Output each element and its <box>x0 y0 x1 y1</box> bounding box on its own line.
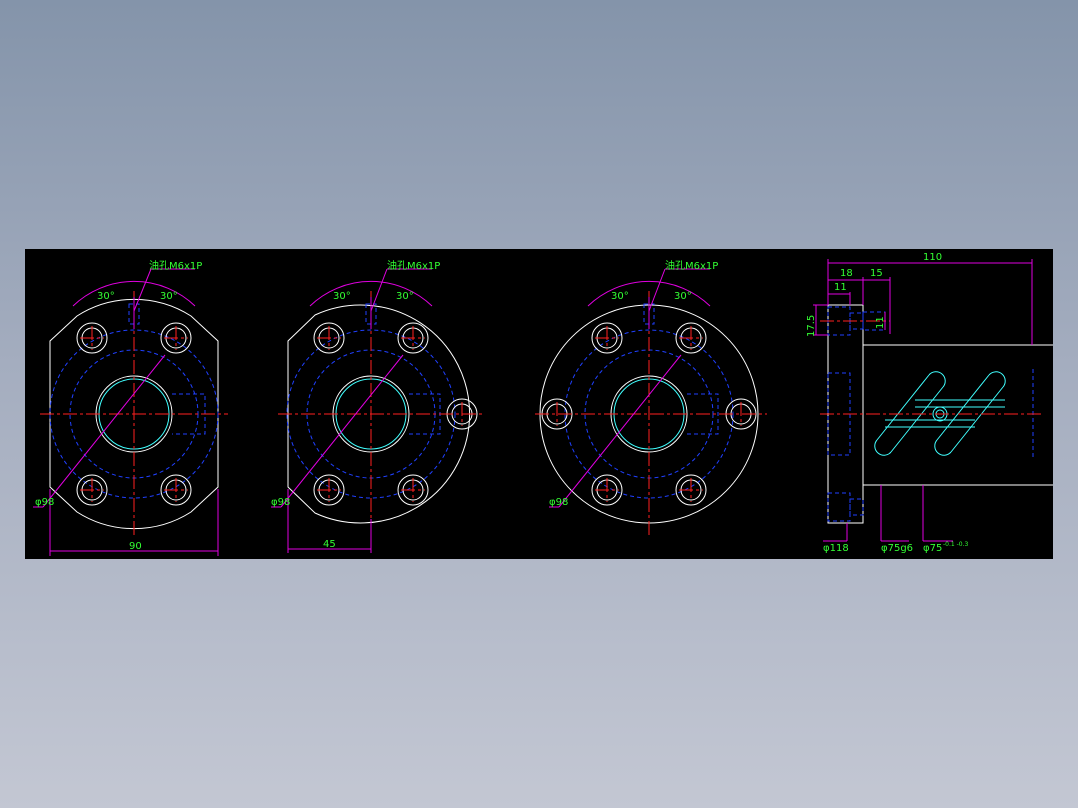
view2-center-lines <box>278 291 485 537</box>
view3-oil-hole-label: 油孔M6x1P <box>665 259 718 272</box>
view2-oil-hole-label: 油孔M6x1P <box>387 259 440 272</box>
cad-drawing: 油孔M6x1P 30° 30° φ98 90 油孔M6x1P 30° 30° φ… <box>33 252 1062 556</box>
side-hole-depth: 11 <box>834 282 847 293</box>
view3-dimensions <box>549 268 711 508</box>
view3-pcd-label: φ98 <box>549 497 568 508</box>
side-hole-height: 17.5 <box>806 315 817 337</box>
side-body-dia: φ75 <box>923 543 942 554</box>
view1-angle-right: 30° <box>160 291 178 302</box>
side-flange-thickness: 18 <box>840 268 853 279</box>
view3-angle-left: 30° <box>611 291 629 302</box>
flange-view-2: 油孔M6x1P 30° 30° φ98 45 <box>271 259 485 553</box>
side-body <box>862 344 1062 486</box>
view1-width-label: 90 <box>129 541 142 552</box>
view1-angle-left: 30° <box>97 291 115 302</box>
view3-angle-right: 30° <box>674 291 692 302</box>
side-total-length: 110 <box>923 252 942 263</box>
side-body-tolerance: -0.1 -0.3 <box>943 541 969 548</box>
flange-view-3: 油孔M6x1P 30° 30° φ98 <box>535 259 767 537</box>
flange-view-1: 油孔M6x1P 30° 30° φ98 90 <box>33 259 228 556</box>
view3-center-lines <box>535 291 767 537</box>
side-hole-dia: 11 <box>875 316 886 329</box>
view2-half-width-label: 45 <box>323 539 336 550</box>
side-flange-dia: φ118 <box>823 543 849 554</box>
view2-angle-right: 30° <box>396 291 414 302</box>
side-view: 110 18 15 11 17.5 11 φ118 φ75g6 φ75 -0.1… <box>806 252 1062 554</box>
view1-oil-hole-label: 油孔M6x1P <box>149 259 202 272</box>
view2-pcd-label: φ98 <box>271 497 290 508</box>
view1-pcd-label: φ98 <box>35 497 54 508</box>
view2-dimensions <box>271 268 433 553</box>
side-pilot-dia: φ75g6 <box>881 543 913 554</box>
side-offset: 15 <box>870 268 883 279</box>
view2-angle-left: 30° <box>333 291 351 302</box>
drawing-canvas: 油孔M6x1P 30° 30° φ98 90 油孔M6x1P 30° 30° φ… <box>25 249 1062 559</box>
